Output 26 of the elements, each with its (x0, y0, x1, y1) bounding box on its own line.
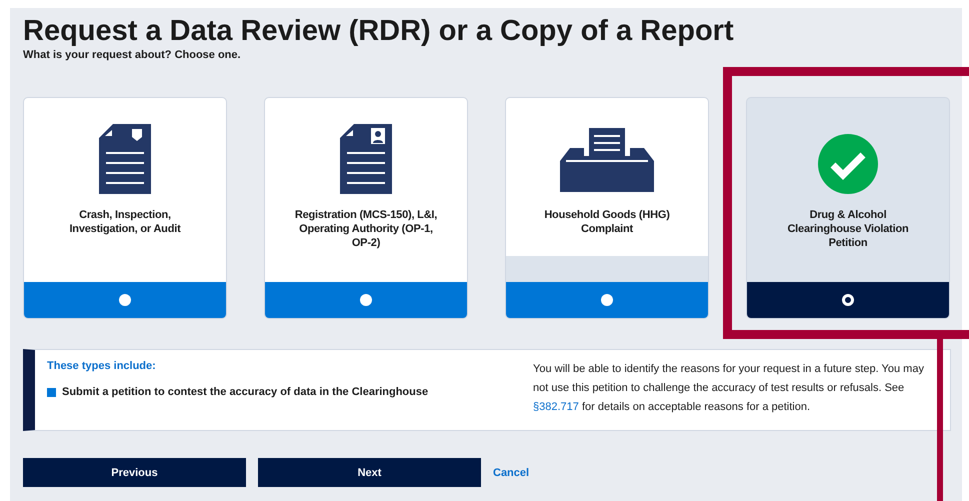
details-heading: These types include: (47, 360, 157, 372)
radio-button[interactable] (601, 294, 613, 306)
option-label: Crash, Inspection, Investigation, or Audit (68, 208, 182, 236)
option-label: Household Goods (HHG) Complaint (543, 208, 671, 236)
report-icon (340, 124, 392, 194)
details-note: You will be able to identify the reasons for your request in a future step. You may not use this petition to challenge the accuracy of test results or refusals. See §382.717 for details on acceptable reasons for a petition. (533, 362, 925, 415)
option-card[interactable]: Drug & Alcohol Clearinghouse Violation Petition (746, 97, 950, 319)
radio-button[interactable] (360, 294, 372, 306)
inbox-icon (560, 128, 654, 194)
radio-button[interactable] (842, 294, 854, 306)
next-button[interactable]: Next (258, 458, 481, 487)
option-card[interactable]: Household Goods (HHG) Complaint (505, 97, 709, 319)
regulation-link[interactable]: §382.717 (533, 401, 579, 413)
bullet-icon (47, 388, 56, 396)
option-card[interactable]: Crash, Inspection, Investigation, or Audit (23, 97, 227, 319)
report-icon (99, 124, 151, 194)
option-card[interactable]: Registration (MCS-150), L&I, Operating Authority (OP-1, OP-2) (264, 97, 468, 319)
radio-button[interactable] (119, 294, 131, 306)
details-item: Submit a petition to contest the accuracy of data in the Clearinghouse (62, 386, 428, 398)
cancel-link[interactable]: Cancel (493, 466, 530, 478)
option-label: Registration (MCS-150), L&I, Operating Authority (OP-1, OP-2) (294, 208, 438, 250)
checkmark-icon (818, 134, 878, 194)
instructions: What is your request about? Choose one. (23, 49, 242, 61)
option-label: Drug & Alcohol Clearinghouse Violation Petition (786, 208, 910, 250)
page-title: Request a Data Review (RDR) or a Copy of a Report (23, 14, 735, 48)
previous-button[interactable]: Previous (23, 458, 246, 487)
